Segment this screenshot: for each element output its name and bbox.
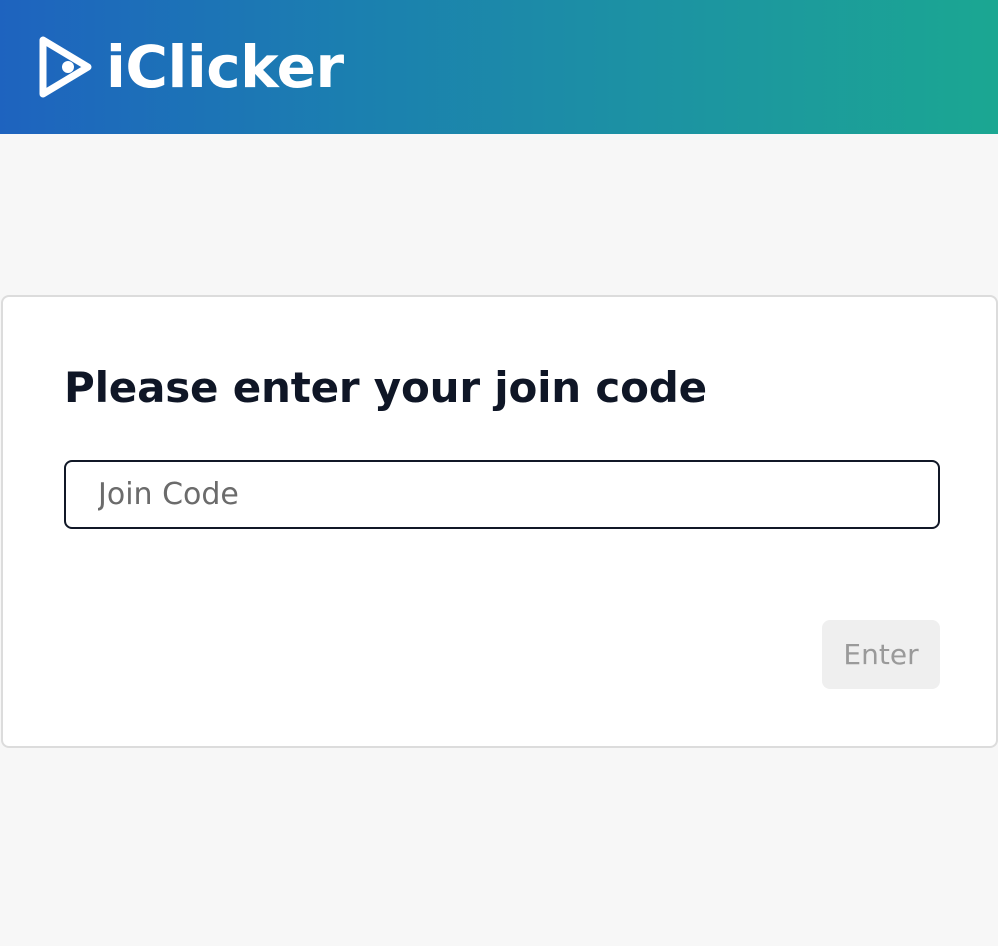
join-code-card: Please enter your join code Enter (1, 295, 998, 748)
brand-name: iClicker (106, 33, 344, 101)
app-header: iClicker (0, 0, 998, 134)
play-chevron-icon (39, 36, 92, 98)
enter-button[interactable]: Enter (822, 620, 940, 689)
page-title: Please enter your join code (64, 363, 707, 412)
join-code-input[interactable] (64, 460, 940, 529)
brand-logo[interactable]: iClicker (38, 34, 344, 100)
